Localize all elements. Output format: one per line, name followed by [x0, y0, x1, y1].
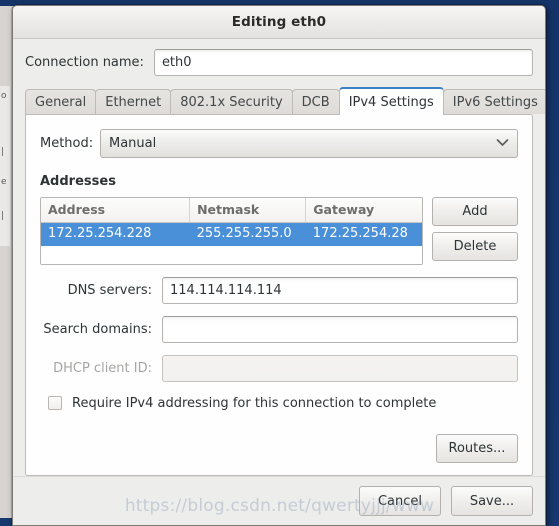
background-window-content: o | e |: [0, 86, 10, 246]
cell-empty: [189, 245, 306, 264]
addresses-heading: Addresses: [40, 174, 116, 189]
require-ipv4-checkbox[interactable]: [48, 396, 62, 410]
editing-connection-dialog: Editing eth0 Connection name: eth0 Gener…: [12, 5, 546, 526]
method-select[interactable]: Manual: [100, 129, 518, 158]
require-ipv4-row[interactable]: Require IPv4 addressing for this connect…: [40, 396, 518, 411]
addresses-table-wrapper[interactable]: Address Netmask Gateway 172.25.254.228 2…: [40, 197, 423, 265]
connection-name-row: Connection name: eth0: [13, 39, 545, 85]
connection-name-value: eth0: [161, 55, 192, 70]
column-header-address[interactable]: Address: [41, 198, 191, 223]
column-header-gateway[interactable]: Gateway: [305, 198, 422, 223]
delete-address-button[interactable]: Delete: [432, 232, 518, 261]
table-header-row: Address Netmask Gateway: [41, 198, 422, 223]
add-address-button[interactable]: Add: [432, 197, 518, 226]
cancel-button[interactable]: Cancel: [359, 486, 441, 516]
addresses-table-head: Address Netmask Gateway: [41, 198, 422, 223]
ipv4-settings-panel: Method: Manual Addresses Address Netmask…: [25, 114, 533, 476]
routes-button[interactable]: Routes...: [436, 434, 518, 463]
addresses-table-body: 172.25.254.228 255.255.255.0 172.25.254.…: [41, 222, 422, 264]
cell-empty: [305, 245, 422, 264]
tab-8021x-security[interactable]: 802.1x Security: [170, 89, 293, 114]
tab-ipv4-settings[interactable]: IPv4 Settings: [338, 87, 444, 116]
background-window-glyph: |: [1, 211, 5, 221]
connection-name-label: Connection name:: [25, 55, 144, 70]
save-button[interactable]: Save...: [451, 486, 533, 516]
dns-servers-input[interactable]: 114.114.114.114: [162, 276, 518, 304]
cell-gateway[interactable]: 172.25.254.28: [305, 222, 422, 246]
dns-servers-value: 114.114.114.114: [170, 282, 282, 298]
tab-dcb-label: DCB: [301, 94, 330, 110]
tab-8021x-security-label: 802.1x Security: [180, 94, 283, 110]
tab-ipv4-settings-label: IPv4 Settings: [348, 94, 434, 110]
dhcp-client-id-label: DHCP client ID:: [53, 360, 152, 376]
chevron-down-icon: [496, 136, 509, 151]
dns-servers-label: DNS servers:: [67, 282, 152, 298]
method-value: Manual: [109, 136, 157, 151]
method-label: Method:: [40, 136, 94, 151]
dialog-action-area: Cancel Save...: [13, 476, 545, 525]
tab-ipv6-settings[interactable]: IPv6 Settings: [442, 89, 545, 114]
tab-ethernet[interactable]: Ethernet: [95, 89, 172, 114]
column-header-netmask[interactable]: Netmask: [189, 198, 307, 223]
method-row: Method: Manual: [40, 129, 518, 158]
cell-netmask[interactable]: 255.255.255.0: [189, 222, 306, 246]
connection-name-input[interactable]: eth0: [153, 49, 533, 76]
require-ipv4-label: Require IPv4 addressing for this connect…: [72, 395, 437, 411]
tab-ipv6-settings-label: IPv6 Settings: [452, 94, 538, 110]
tab-ethernet-label: Ethernet: [105, 94, 162, 110]
table-empty-row: [41, 245, 422, 264]
tab-general-label: General: [35, 94, 87, 110]
tab-dcb[interactable]: DCB: [291, 89, 340, 114]
dialog-title: Editing eth0: [231, 14, 327, 30]
background-window-glyph: e: [1, 177, 7, 187]
background-window-glyph: o: [1, 91, 7, 101]
table-row[interactable]: 172.25.254.228 255.255.255.0 172.25.254.…: [41, 222, 422, 246]
search-domains-row: Search domains:: [40, 315, 518, 343]
addresses-buttons: Add Delete: [432, 197, 518, 261]
dhcp-client-id-input: [162, 354, 518, 382]
cell-address[interactable]: 172.25.254.228: [41, 222, 190, 246]
dialog-body: Connection name: eth0 General Ethernet 8…: [13, 39, 545, 525]
addresses-area: Address Netmask Gateway 172.25.254.228 2…: [40, 197, 518, 265]
settings-tabbar: General Ethernet 802.1x Security DCB IPv…: [13, 85, 545, 116]
addresses-table: Address Netmask Gateway 172.25.254.228 2…: [41, 198, 422, 264]
routes-row: Routes...: [40, 424, 518, 465]
search-domains-label: Search domains:: [43, 321, 152, 337]
dhcp-client-id-row: DHCP client ID:: [40, 354, 518, 382]
tab-general[interactable]: General: [25, 89, 97, 114]
cell-empty: [41, 245, 190, 264]
background-window-glyph: |: [1, 147, 5, 157]
dialog-titlebar: Editing eth0: [13, 6, 545, 39]
dns-servers-row: DNS servers: 114.114.114.114: [40, 276, 518, 304]
search-domains-input[interactable]: [162, 315, 518, 343]
